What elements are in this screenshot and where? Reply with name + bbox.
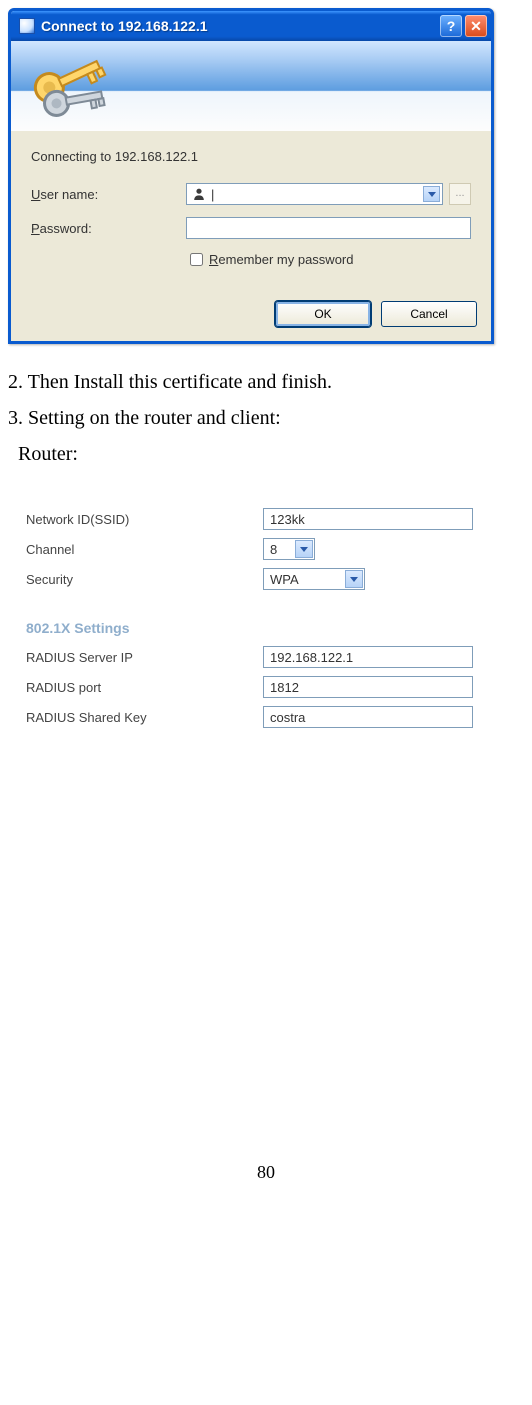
keys-icon	[29, 51, 119, 121]
radius-ip-input[interactable]	[263, 646, 473, 668]
close-icon: ✕	[470, 18, 482, 35]
chevron-down-icon[interactable]	[345, 570, 363, 588]
window-title: Connect to 192.168.122.1	[41, 18, 437, 34]
router-label: Router:	[8, 438, 524, 470]
app-icon	[19, 18, 35, 34]
chevron-down-icon[interactable]	[295, 540, 313, 558]
username-value: |	[211, 187, 214, 202]
channel-label: Channel	[8, 542, 263, 557]
titlebar[interactable]: Connect to 192.168.122.1 ? ✕	[11, 11, 491, 41]
cancel-button[interactable]: Cancel	[381, 301, 477, 327]
help-icon: ?	[447, 18, 456, 34]
browse-button[interactable]: ...	[449, 183, 471, 205]
help-button[interactable]: ?	[440, 15, 462, 37]
instruction-line-2: 2. Then Install this certificate and fin…	[8, 366, 524, 398]
username-label: User name:	[31, 187, 186, 202]
ok-button[interactable]: OK	[275, 301, 371, 327]
username-input[interactable]: |	[186, 183, 443, 205]
password-input[interactable]	[186, 217, 471, 239]
chevron-down-icon[interactable]	[423, 186, 440, 202]
channel-select[interactable]: 8	[263, 538, 315, 560]
remember-label: Remember my password	[209, 252, 354, 267]
security-value: WPA	[270, 572, 299, 587]
close-button[interactable]: ✕	[465, 15, 487, 37]
instruction-line-3: 3. Setting on the router and client:	[8, 402, 524, 434]
page-number: 80	[8, 1162, 524, 1183]
person-icon	[191, 186, 207, 202]
section-header-8021x: 802.1X Settings	[8, 594, 494, 642]
radius-key-label: RADIUS Shared Key	[8, 710, 263, 725]
router-settings-panel: Network ID(SSID) Channel 8 Security WPA …	[8, 504, 494, 732]
channel-value: 8	[270, 542, 277, 557]
ssid-label: Network ID(SSID)	[8, 512, 263, 527]
connecting-text: Connecting to 192.168.122.1	[31, 149, 471, 164]
remember-checkbox[interactable]	[190, 253, 203, 266]
password-label: Password:	[31, 221, 186, 236]
radius-ip-label: RADIUS Server IP	[8, 650, 263, 665]
radius-port-label: RADIUS port	[8, 680, 263, 695]
security-select[interactable]: WPA	[263, 568, 365, 590]
dialog-banner	[11, 41, 491, 131]
radius-port-input[interactable]	[263, 676, 473, 698]
security-label: Security	[8, 572, 263, 587]
credentials-dialog: Connect to 192.168.122.1 ? ✕	[8, 8, 494, 344]
radius-key-input[interactable]	[263, 706, 473, 728]
ssid-input[interactable]	[263, 508, 473, 530]
